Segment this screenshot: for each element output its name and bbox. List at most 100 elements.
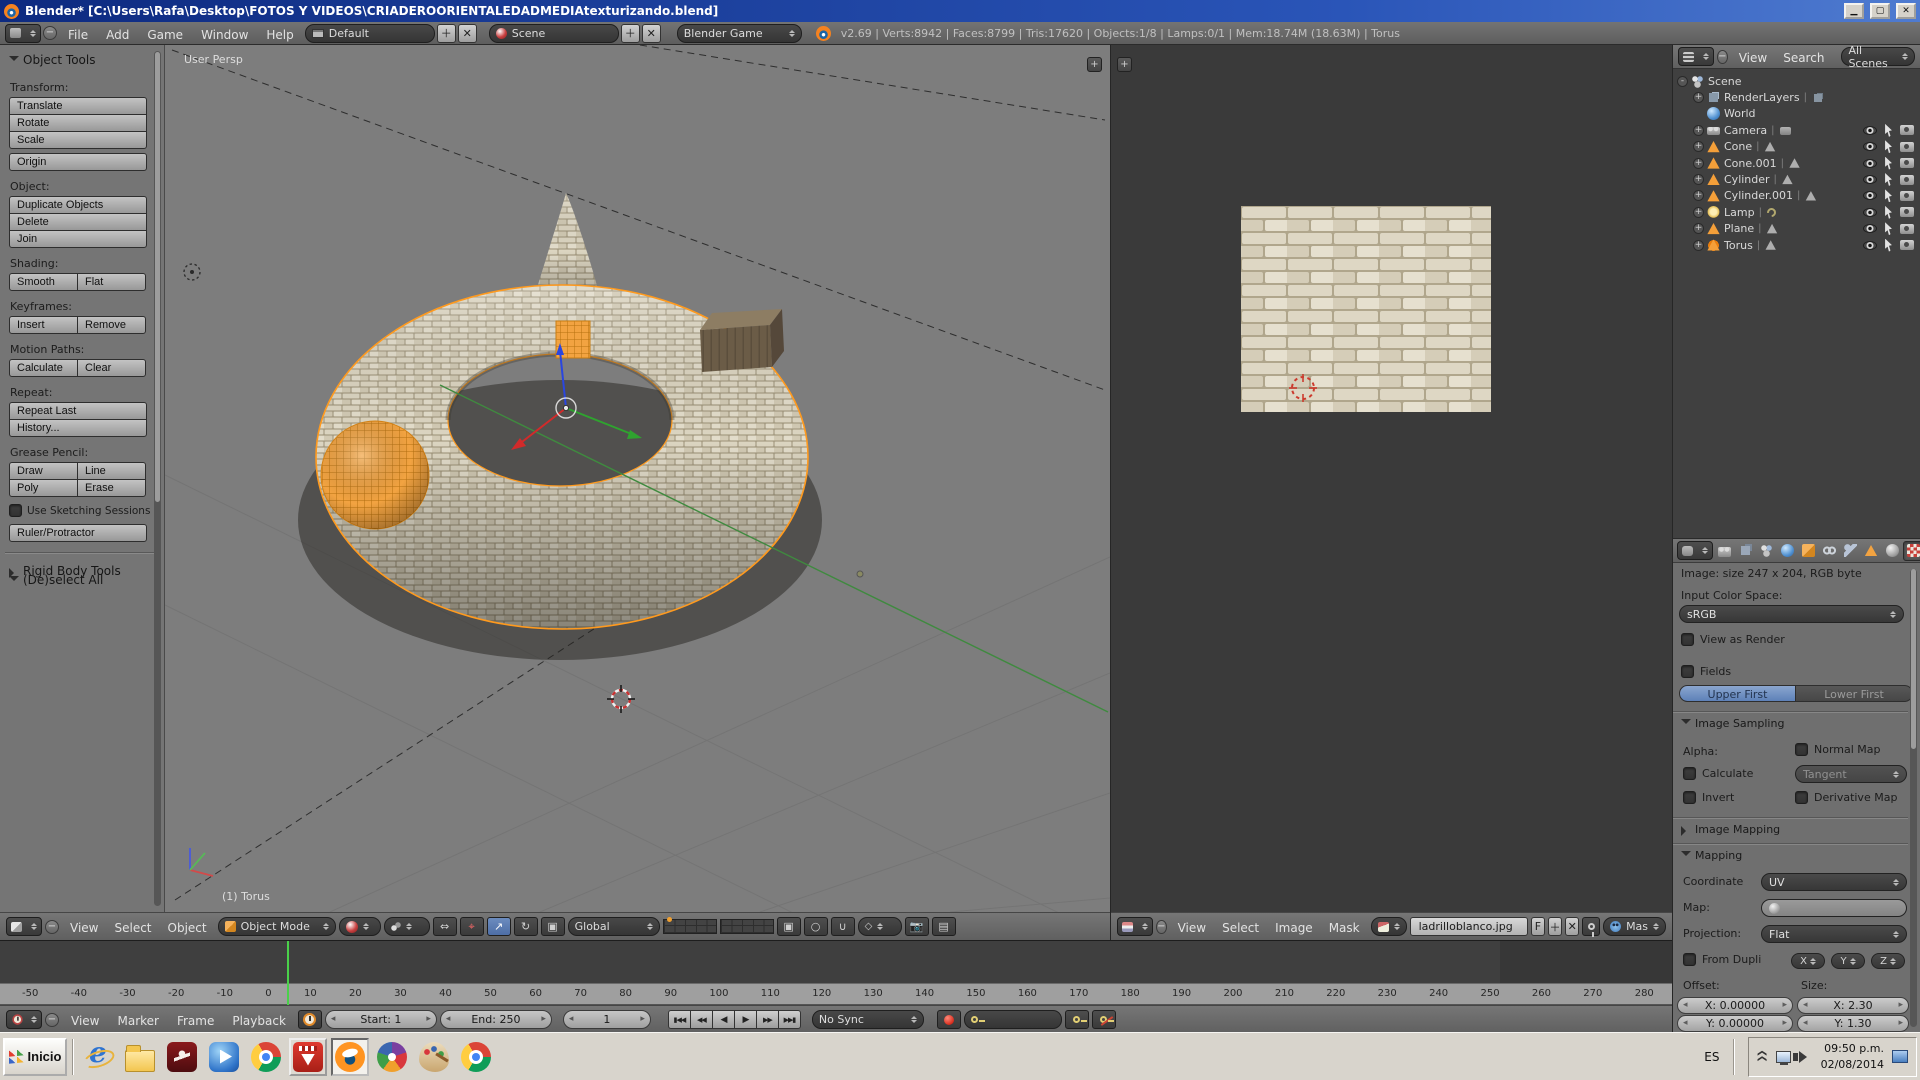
expand-toggle-icon[interactable]: + xyxy=(1693,92,1704,103)
start-frame-field[interactable]: ◂Start: 1▸ xyxy=(325,1010,437,1029)
fake-user-button[interactable]: F xyxy=(1531,917,1545,936)
start-button[interactable]: Inicio xyxy=(3,1038,67,1076)
properties-tab[interactable] xyxy=(1840,541,1860,561)
unlink-image-button[interactable]: ✕ xyxy=(1565,917,1579,936)
pivot-point-selector[interactable] xyxy=(384,917,430,936)
calculate-alpha-checkbox[interactable] xyxy=(1683,767,1696,780)
taskbar-app-icon[interactable] xyxy=(415,1038,453,1076)
offset-y-field[interactable]: ◂Y: 0.00000▸ xyxy=(1677,1015,1793,1032)
outliner-row[interactable]: + Cone xyxy=(1677,139,1916,155)
wooden-box-object[interactable] xyxy=(700,309,784,372)
editor-type-button[interactable] xyxy=(5,24,41,43)
expand-toggle-icon[interactable]: + xyxy=(1693,240,1704,251)
selectability-cursor-icon[interactable] xyxy=(1884,206,1893,219)
projection-dropdown[interactable]: Flat xyxy=(1761,925,1907,943)
outliner-item-label[interactable]: Cylinder xyxy=(1724,173,1770,186)
end-frame-field[interactable]: ◂End: 250▸ xyxy=(440,1010,552,1029)
viewport-menu[interactable]: Object xyxy=(160,921,215,935)
coordinate-dropdown[interactable]: UV xyxy=(1761,873,1907,891)
taskbar-app-icon[interactable] xyxy=(247,1038,285,1076)
maximize-button[interactable]: ▢ xyxy=(1870,3,1890,19)
axis-y-button[interactable]: Y xyxy=(1831,953,1865,969)
scale-manipulator-button[interactable]: ▣ xyxy=(541,917,565,936)
volume-icon[interactable] xyxy=(1799,1051,1813,1063)
renderability-camera-icon[interactable] xyxy=(1900,207,1914,217)
clock[interactable]: 09:50 p.m. 02/08/2014 xyxy=(1821,1041,1884,1073)
expand-toggle-icon[interactable]: + xyxy=(1693,141,1704,152)
expand-region-button[interactable]: + xyxy=(1117,57,1132,72)
mapping-panel-header[interactable]: Mapping xyxy=(1681,849,1742,862)
insert-keyframe-button[interactable]: Insert xyxy=(9,316,78,334)
gp-erase-button[interactable]: Erase xyxy=(77,479,146,497)
image-sampling-panel-header[interactable]: Image Sampling xyxy=(1681,717,1784,730)
transform-orientation-selector[interactable]: Global xyxy=(568,917,660,936)
properties-tab[interactable] xyxy=(1735,541,1755,561)
timeline-menu[interactable]: Playback xyxy=(223,1014,295,1028)
visibility-eye-icon[interactable] xyxy=(1863,191,1877,200)
expand-toggle-icon[interactable]: - xyxy=(1677,76,1688,87)
duplicate-objects-button[interactable]: Duplicate Objects xyxy=(9,196,147,214)
outliner-menu[interactable]: Search xyxy=(1775,51,1832,65)
outliner-item-label[interactable]: Cylinder.001 xyxy=(1724,189,1793,202)
preview-range-clock-button[interactable] xyxy=(298,1010,322,1029)
outliner-row[interactable]: + Torus xyxy=(1677,237,1916,253)
lock-to-scene-icon[interactable]: ▣ xyxy=(777,917,801,936)
image-datablock-browser[interactable] xyxy=(1371,917,1407,936)
expand-toggle-icon[interactable]: + xyxy=(1693,207,1704,218)
selectability-cursor-icon[interactable] xyxy=(1884,140,1893,153)
pin-image-button[interactable] xyxy=(1582,917,1600,936)
opengl-render-anim-button[interactable]: ▤ xyxy=(932,917,956,936)
translate-button[interactable]: Translate xyxy=(9,97,147,115)
view-as-render-checkbox[interactable] xyxy=(1681,633,1694,646)
proportional-editing-button[interactable]: ○ xyxy=(804,917,828,936)
new-image-button[interactable]: ＋ xyxy=(1548,917,1562,936)
translate-manipulator-button[interactable]: ↗ xyxy=(487,917,511,936)
taskbar-app-icon[interactable] xyxy=(205,1038,243,1076)
flat-button[interactable]: Flat xyxy=(77,273,146,291)
rotate-button[interactable]: Rotate xyxy=(9,114,147,132)
visibility-eye-icon[interactable] xyxy=(1863,175,1877,184)
playback-button[interactable] xyxy=(668,1010,691,1029)
current-frame-field[interactable]: ◂1▸ xyxy=(563,1010,651,1029)
collapse-menus-icon[interactable]: − xyxy=(1717,50,1728,64)
visibility-eye-icon[interactable] xyxy=(1863,208,1877,217)
tool-shelf-scrollbar[interactable] xyxy=(154,51,161,906)
outliner-row[interactable]: + Cylinder.001 xyxy=(1677,188,1916,204)
snap-magnet-button[interactable]: ∪ xyxy=(831,917,855,936)
outliner-row[interactable]: + Cone.001 xyxy=(1677,155,1916,171)
outliner-item-label[interactable]: Plane xyxy=(1724,222,1754,235)
timeline-menu[interactable]: View xyxy=(62,1014,108,1028)
outliner-row[interactable]: - Scene xyxy=(1677,73,1916,89)
outliner-item-label[interactable]: Cone.001 xyxy=(1724,157,1777,170)
lower-first-button[interactable]: Lower First xyxy=(1796,685,1913,702)
visibility-eye-icon[interactable] xyxy=(1863,241,1877,250)
size-y-field[interactable]: ◂Y: 1.30▸ xyxy=(1797,1015,1909,1032)
properties-scrollbar[interactable] xyxy=(1910,569,1917,1027)
renderability-camera-icon[interactable] xyxy=(1900,191,1914,201)
visibility-eye-icon[interactable] xyxy=(1863,142,1877,151)
layers-grid-1[interactable] xyxy=(663,919,717,934)
image-name-field[interactable]: ladrilloblanco.jpg xyxy=(1410,917,1528,936)
outliner-item-label[interactable]: RenderLayers xyxy=(1724,91,1800,104)
outliner-filter-selector[interactable]: All Scenes xyxy=(1841,47,1915,66)
menubar-menu[interactable]: Help xyxy=(257,28,302,42)
ruler-protractor-button[interactable]: Ruler/Protractor xyxy=(9,524,147,542)
collapse-menus-icon[interactable]: − xyxy=(45,1013,59,1027)
taskbar-app-icon[interactable] xyxy=(121,1038,159,1076)
visibility-eye-icon[interactable] xyxy=(1863,224,1877,233)
remove-keyframe-button[interactable]: Remove xyxy=(77,316,146,334)
color-space-dropdown[interactable]: sRGB xyxy=(1679,605,1904,623)
properties-tab[interactable] xyxy=(1798,541,1818,561)
properties-tab[interactable] xyxy=(1819,541,1839,561)
outliner-row[interactable]: + Lamp xyxy=(1677,204,1916,220)
manipulate-centers-toggle[interactable]: ⇔ xyxy=(433,917,457,936)
editor-type-button[interactable] xyxy=(1117,917,1153,936)
upper-first-button[interactable]: Upper First xyxy=(1679,685,1796,702)
gp-poly-button[interactable]: Poly xyxy=(9,479,78,497)
axis-x-button[interactable]: X xyxy=(1791,953,1825,969)
outliner-row[interactable]: + Cylinder xyxy=(1677,171,1916,187)
selectability-cursor-icon[interactable] xyxy=(1884,124,1893,137)
lamp-object[interactable] xyxy=(184,264,200,280)
gp-line-button[interactable]: Line xyxy=(77,462,146,480)
normal-space-dropdown[interactable]: Tangent xyxy=(1795,765,1907,783)
